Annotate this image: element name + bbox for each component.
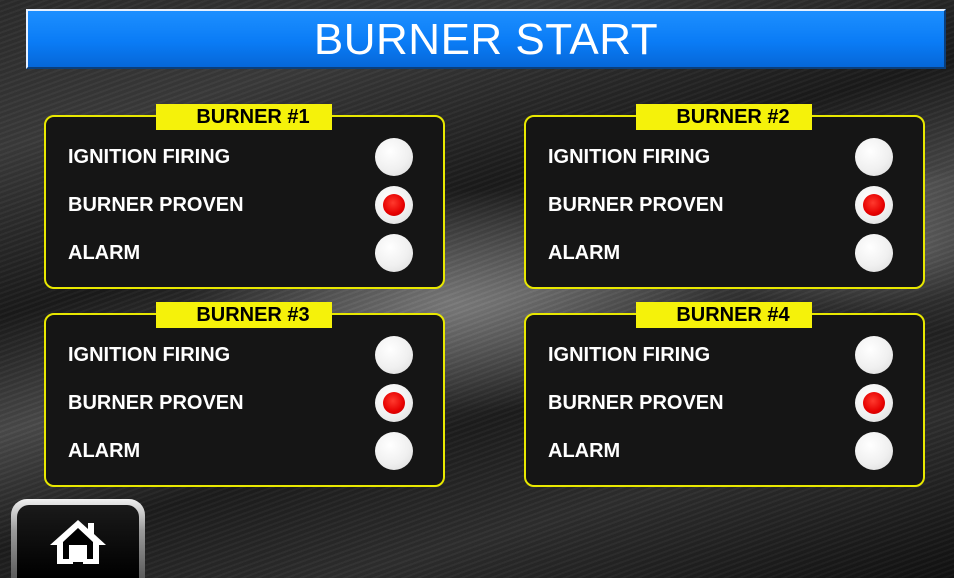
home-button-face[interactable] bbox=[17, 505, 139, 578]
home-button[interactable] bbox=[11, 499, 145, 578]
page-title: BURNER START bbox=[313, 15, 659, 64]
status-label: IGNITION FIRING bbox=[68, 145, 231, 168]
burner-proven-lamp bbox=[375, 186, 413, 224]
ignition-firing-lamp bbox=[855, 138, 893, 176]
status-row-ignition-firing: IGNITION FIRING bbox=[68, 137, 425, 177]
status-row-ignition-firing: IGNITION FIRING bbox=[548, 137, 905, 177]
lamp-on-indicator bbox=[863, 194, 885, 216]
alarm-lamp bbox=[375, 432, 413, 470]
lamp-on-indicator bbox=[383, 392, 405, 414]
alarm-lamp bbox=[375, 234, 413, 272]
burner-proven-lamp bbox=[375, 384, 413, 422]
title-bar: BURNER START bbox=[26, 9, 946, 69]
home-icon bbox=[50, 519, 106, 564]
status-label: ALARM bbox=[68, 439, 141, 462]
panel-label: BURNER #3 bbox=[156, 302, 332, 328]
panel-label: BURNER #1 bbox=[156, 104, 332, 130]
status-row-alarm: ALARM bbox=[68, 233, 425, 273]
status-label: IGNITION FIRING bbox=[548, 145, 711, 168]
status-row-alarm: ALARM bbox=[548, 233, 905, 273]
status-row-ignition-firing: IGNITION FIRING bbox=[548, 335, 905, 375]
status-label: BURNER PROVEN bbox=[548, 193, 724, 216]
status-row-burner-proven: BURNER PROVEN bbox=[68, 383, 425, 423]
burner-panel-2: BURNER #2 IGNITION FIRING BURNER PROVEN … bbox=[524, 104, 925, 289]
status-row-burner-proven: BURNER PROVEN bbox=[68, 185, 425, 225]
ignition-firing-lamp bbox=[375, 336, 413, 374]
status-label: BURNER PROVEN bbox=[68, 391, 244, 414]
status-label: IGNITION FIRING bbox=[68, 343, 231, 366]
ignition-firing-lamp bbox=[855, 336, 893, 374]
burner-panel-4: BURNER #4 IGNITION FIRING BURNER PROVEN … bbox=[524, 302, 925, 487]
panel-label: BURNER #2 bbox=[636, 104, 812, 130]
status-row-burner-proven: BURNER PROVEN bbox=[548, 383, 905, 423]
status-label: ALARM bbox=[548, 439, 621, 462]
status-label: ALARM bbox=[68, 241, 141, 264]
status-label: ALARM bbox=[548, 241, 621, 264]
lamp-on-indicator bbox=[383, 194, 405, 216]
lamp-on-indicator bbox=[863, 392, 885, 414]
status-row-alarm: ALARM bbox=[68, 431, 425, 471]
ignition-firing-lamp bbox=[375, 138, 413, 176]
alarm-lamp bbox=[855, 432, 893, 470]
status-label: BURNER PROVEN bbox=[548, 391, 724, 414]
hmi-screen: BURNER START BURNER #1 IGNITION FIRING B… bbox=[0, 0, 954, 578]
panel-label: BURNER #4 bbox=[636, 302, 812, 328]
status-row-burner-proven: BURNER PROVEN bbox=[548, 185, 905, 225]
burner-proven-lamp bbox=[855, 384, 893, 422]
status-label: BURNER PROVEN bbox=[68, 193, 244, 216]
status-row-alarm: ALARM bbox=[548, 431, 905, 471]
status-label: IGNITION FIRING bbox=[548, 343, 711, 366]
burner-panel-1: BURNER #1 IGNITION FIRING BURNER PROVEN … bbox=[44, 104, 445, 289]
burner-proven-lamp bbox=[855, 186, 893, 224]
status-row-ignition-firing: IGNITION FIRING bbox=[68, 335, 425, 375]
burner-panel-3: BURNER #3 IGNITION FIRING BURNER PROVEN … bbox=[44, 302, 445, 487]
alarm-lamp bbox=[855, 234, 893, 272]
